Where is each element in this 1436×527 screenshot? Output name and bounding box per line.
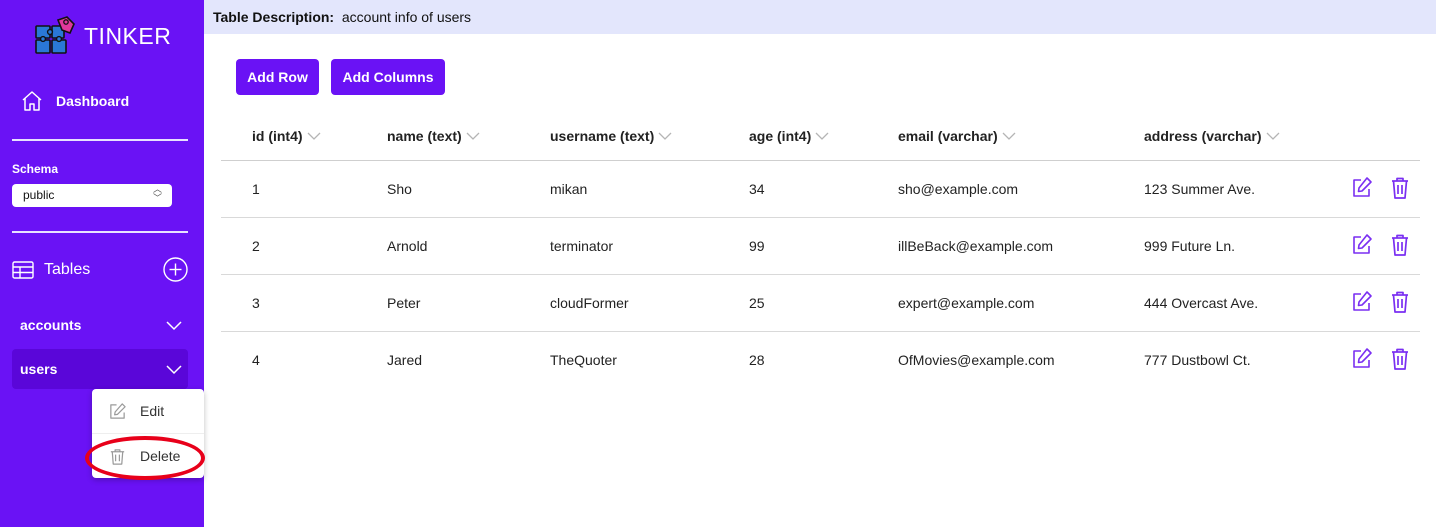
table-description-bar: Table Description: account info of users xyxy=(204,0,1436,34)
column-header-label: id (int4) xyxy=(252,128,303,144)
chevron-down-icon[interactable] xyxy=(166,318,182,332)
cell-address[interactable]: 777 Dustbowl Ct. xyxy=(1144,352,1251,368)
column-header-age[interactable]: age (int4) xyxy=(749,128,829,144)
cell-email[interactable]: sho@example.com xyxy=(898,181,1018,197)
schema-select[interactable]: public ︿ ﹀ xyxy=(12,184,172,207)
edit-row-icon[interactable] xyxy=(1351,176,1373,200)
edit-row-icon[interactable] xyxy=(1351,233,1373,257)
chevron-down-icon[interactable] xyxy=(815,131,829,141)
sidebar-table-label: users xyxy=(20,361,58,377)
edit-row-icon[interactable] xyxy=(1351,290,1373,314)
table-context-menu: Edit Delete xyxy=(92,389,204,478)
brand[interactable]: TINKER xyxy=(34,16,171,56)
table-grid-icon xyxy=(12,261,34,279)
cell-email[interactable]: OfMovies@example.com xyxy=(898,352,1055,368)
cell-age[interactable]: 99 xyxy=(749,238,765,254)
column-header-label: username (text) xyxy=(550,128,655,144)
cell-name[interactable]: Sho xyxy=(387,181,412,197)
column-header-label: name (text) xyxy=(387,128,462,144)
cell-name[interactable]: Arnold xyxy=(387,238,427,254)
cell-address[interactable]: 123 Summer Ave. xyxy=(1144,181,1255,197)
column-header-label: address (varchar) xyxy=(1144,128,1262,144)
schema-select-value: public xyxy=(23,188,55,202)
schema-label: Schema xyxy=(12,162,59,176)
cell-id[interactable]: 4 xyxy=(252,352,260,368)
table-header-divider xyxy=(221,160,1420,161)
column-header-address[interactable]: address (varchar) xyxy=(1144,128,1280,144)
add-row-button[interactable]: Add Row xyxy=(236,59,319,95)
column-header-email[interactable]: email (varchar) xyxy=(898,128,1016,144)
add-columns-button[interactable]: Add Columns xyxy=(331,59,445,95)
trash-icon[interactable] xyxy=(1389,347,1411,371)
trash-icon[interactable] xyxy=(1389,233,1411,257)
table-description-label: Table Description: xyxy=(213,9,335,25)
plus-circle-icon[interactable] xyxy=(163,257,188,282)
chevron-down-icon[interactable] xyxy=(166,362,182,376)
row-divider xyxy=(221,217,1420,218)
context-menu-delete-label: Delete xyxy=(140,448,181,464)
chevron-down-icon[interactable] xyxy=(1002,131,1016,141)
nav-dashboard-label: Dashboard xyxy=(56,93,130,109)
puzzle-logo-icon xyxy=(35,16,75,54)
cell-age[interactable]: 34 xyxy=(749,181,765,197)
pencil-square-icon xyxy=(110,402,126,419)
context-menu-edit[interactable]: Edit xyxy=(92,389,204,433)
column-header-username[interactable]: username (text) xyxy=(550,128,672,144)
cell-username[interactable]: terminator xyxy=(550,238,613,254)
sidebar-divider xyxy=(12,231,188,233)
home-icon xyxy=(22,91,42,111)
cell-id[interactable]: 1 xyxy=(252,181,260,197)
column-header-label: age (int4) xyxy=(749,128,812,144)
sidebar-table-accounts[interactable]: accounts xyxy=(12,305,188,345)
sidebar-table-label: accounts xyxy=(20,317,82,333)
chevron-down-icon[interactable] xyxy=(307,131,321,141)
tables-header: Tables xyxy=(12,257,188,283)
cell-id[interactable]: 3 xyxy=(252,295,260,311)
cell-email[interactable]: illBeBack@example.com xyxy=(898,238,1053,254)
row-divider xyxy=(221,274,1420,275)
edit-row-icon[interactable] xyxy=(1351,347,1373,371)
app-root: TINKER Dashboard Schema public ︿ ﹀ Tables xyxy=(0,0,1436,527)
cell-name[interactable]: Peter xyxy=(387,295,420,311)
sidebar-divider xyxy=(12,139,188,141)
chevron-down-icon[interactable] xyxy=(658,131,672,141)
chevron-down-icon[interactable] xyxy=(1266,131,1280,141)
cell-username[interactable]: mikan xyxy=(550,181,587,197)
cell-username[interactable]: cloudFormer xyxy=(550,295,629,311)
sidebar-table-users[interactable]: users xyxy=(12,349,188,389)
cell-id[interactable]: 2 xyxy=(252,238,260,254)
cell-address[interactable]: 999 Future Ln. xyxy=(1144,238,1235,254)
column-header-id[interactable]: id (int4) xyxy=(252,128,321,144)
cell-age[interactable]: 28 xyxy=(749,352,765,368)
select-arrows-icon: ︿ ﹀ xyxy=(152,184,162,203)
chevron-down-icon[interactable] xyxy=(466,131,480,141)
table-description-value: account info of users xyxy=(341,9,472,25)
cell-username[interactable]: TheQuoter xyxy=(550,352,617,368)
column-header-name[interactable]: name (text) xyxy=(387,128,480,144)
trash-icon xyxy=(110,448,125,465)
app-name: TINKER xyxy=(84,22,172,49)
cell-name[interactable]: Jared xyxy=(387,352,422,368)
trash-icon[interactable] xyxy=(1389,176,1411,200)
cell-address[interactable]: 444 Overcast Ave. xyxy=(1144,295,1258,311)
context-menu-delete[interactable]: Delete xyxy=(92,434,204,478)
row-divider xyxy=(221,331,1420,332)
context-menu-edit-label: Edit xyxy=(140,403,165,419)
column-header-label: email (varchar) xyxy=(898,128,998,144)
trash-icon[interactable] xyxy=(1389,290,1411,314)
cell-age[interactable]: 25 xyxy=(749,295,765,311)
nav-dashboard[interactable]: Dashboard xyxy=(20,89,129,113)
cell-email[interactable]: expert@example.com xyxy=(898,295,1034,311)
tables-label: Tables xyxy=(44,261,91,278)
